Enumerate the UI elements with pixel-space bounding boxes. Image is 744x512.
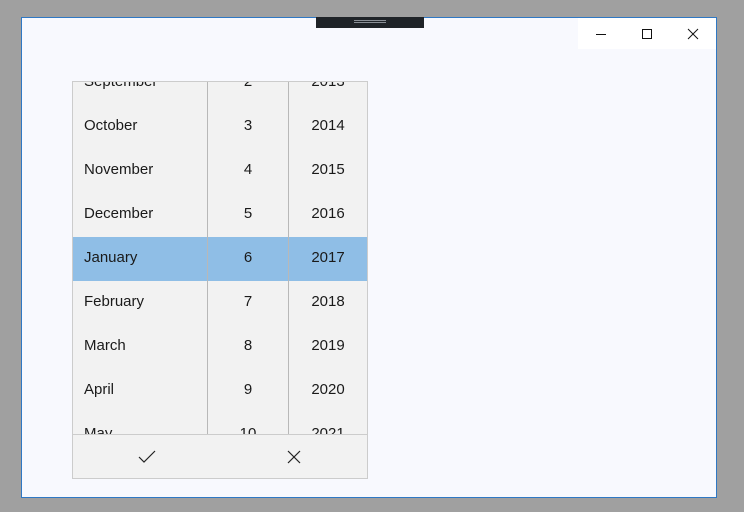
year-column[interactable]: 2013 2014 2015 2016 2017 2018 2019 2020 …: [289, 82, 367, 434]
month-item[interactable]: April: [73, 368, 207, 412]
app-window: September October November December Janu…: [21, 17, 717, 498]
month-item-selected[interactable]: January: [73, 236, 207, 280]
month-item[interactable]: October: [73, 104, 207, 148]
day-item[interactable]: 7: [208, 280, 288, 324]
year-item-selected[interactable]: 2017: [289, 236, 367, 280]
close-icon: [287, 450, 300, 464]
year-item[interactable]: 2021: [289, 412, 367, 434]
year-item[interactable]: 2013: [289, 82, 367, 104]
day-item-selected[interactable]: 6: [208, 236, 288, 280]
day-item[interactable]: 2: [208, 82, 288, 104]
maximize-icon: [642, 28, 652, 39]
month-column[interactable]: September October November December Janu…: [73, 82, 207, 434]
day-item[interactable]: 8: [208, 324, 288, 368]
date-picker-columns: September October November December Janu…: [73, 82, 367, 434]
month-item[interactable]: February: [73, 280, 207, 324]
month-item[interactable]: March: [73, 324, 207, 368]
dismiss-button[interactable]: [220, 435, 367, 478]
title-drag-handle[interactable]: [316, 17, 424, 28]
date-picker-flyout: September October November December Janu…: [72, 81, 368, 479]
day-column[interactable]: 2 3 4 5 6 7 8 9 10: [208, 82, 288, 434]
checkmark-icon: [138, 450, 155, 463]
year-item[interactable]: 2014: [289, 104, 367, 148]
minimize-icon: [596, 33, 606, 35]
caption-buttons: [578, 18, 716, 49]
year-item[interactable]: 2020: [289, 368, 367, 412]
year-item[interactable]: 2019: [289, 324, 367, 368]
year-item[interactable]: 2016: [289, 192, 367, 236]
date-picker-footer: [73, 434, 367, 478]
month-item[interactable]: September: [73, 82, 207, 104]
month-item[interactable]: May: [73, 412, 207, 434]
day-item[interactable]: 4: [208, 148, 288, 192]
month-item[interactable]: November: [73, 148, 207, 192]
month-item[interactable]: December: [73, 192, 207, 236]
grip-line: [354, 20, 386, 21]
year-item[interactable]: 2015: [289, 148, 367, 192]
day-item[interactable]: 5: [208, 192, 288, 236]
minimize-button[interactable]: [578, 18, 624, 49]
day-item[interactable]: 9: [208, 368, 288, 412]
grip-line: [354, 22, 386, 23]
close-icon: [687, 28, 699, 39]
day-item[interactable]: 3: [208, 104, 288, 148]
maximize-button[interactable]: [624, 18, 670, 49]
year-item[interactable]: 2018: [289, 280, 367, 324]
day-item[interactable]: 10: [208, 412, 288, 434]
accept-button[interactable]: [73, 435, 220, 478]
close-button[interactable]: [670, 18, 716, 49]
